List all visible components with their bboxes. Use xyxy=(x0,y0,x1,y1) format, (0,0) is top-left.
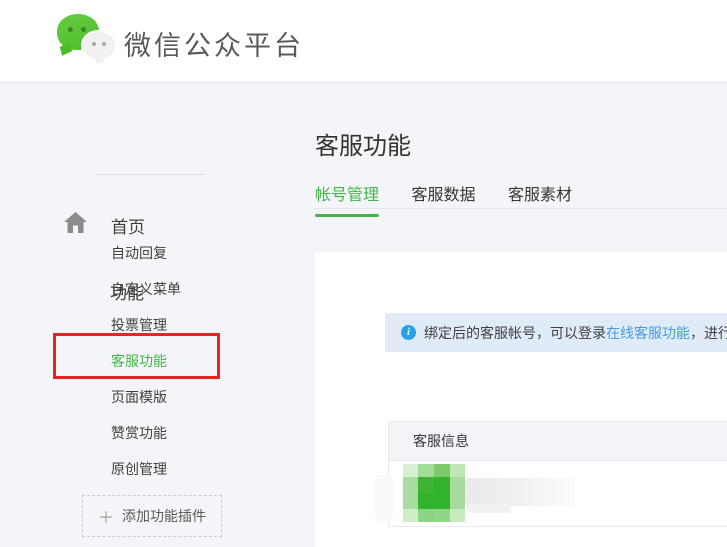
banner-text-after: ，进行 xyxy=(690,323,727,343)
sidebar-item-original-management[interactable]: 原创管理 xyxy=(111,460,167,478)
wechat-logo xyxy=(57,12,119,70)
sidebar-item-home[interactable]: 首页 xyxy=(64,212,145,239)
content-card: i 绑定后的客服帐号，可以登录在线客服功能，进行 客服信息 xyxy=(315,252,727,547)
app-header: 微信公众平台 xyxy=(0,0,727,83)
wechat-small-bubble-icon xyxy=(83,32,115,59)
tab-service-data[interactable]: 客服数据 xyxy=(411,181,475,205)
add-plugin-label: 添加功能插件 xyxy=(122,506,206,526)
sidebar: 首页 功能 自动回复 自定义菜单 投票管理 客服功能 页面模版 赞赏功能 原创管… xyxy=(0,83,300,547)
tab-bar: 帐号管理 客服数据 客服素材 xyxy=(315,181,727,209)
table-row xyxy=(389,461,727,527)
plus-icon: ＋ xyxy=(98,504,114,528)
bubble-eye-icon xyxy=(92,42,96,46)
sidebar-item-page-template[interactable]: 页面模版 xyxy=(111,388,167,406)
table-header: 客服信息 xyxy=(389,422,727,461)
bubble-eye-icon xyxy=(81,27,86,32)
sidebar-item-label: 首页 xyxy=(111,213,145,238)
app-title: 微信公众平台 xyxy=(124,24,304,63)
tab-account-management[interactable]: 帐号管理 xyxy=(315,181,379,205)
bubble-eye-icon xyxy=(102,42,106,46)
active-tab-underline xyxy=(315,214,379,217)
add-plugin-button[interactable]: ＋ 添加功能插件 xyxy=(82,495,222,537)
sidebar-item-auto-reply[interactable]: 自动回复 xyxy=(111,244,167,262)
customer-info-table: 客服信息 xyxy=(388,421,727,527)
tab-label: 帐号管理 xyxy=(315,187,379,204)
page-title: 客服功能 xyxy=(315,126,411,161)
online-service-link[interactable]: 在线客服功能 xyxy=(606,323,690,343)
grid-icon xyxy=(62,280,85,303)
redaction-blob xyxy=(375,475,393,521)
tab-service-material[interactable]: 客服素材 xyxy=(508,181,572,205)
sidebar-item-custom-menu[interactable]: 自定义菜单 xyxy=(111,280,181,298)
main-content: 客服功能 帐号管理 客服数据 客服素材 i 绑定后的客服帐号，可以登录在线客服功… xyxy=(315,83,727,547)
tab-label: 客服素材 xyxy=(508,187,572,204)
tab-label: 客服数据 xyxy=(411,187,475,204)
redacted-text xyxy=(465,478,575,506)
info-banner: i 绑定后的客服帐号，可以登录在线客服功能，进行 xyxy=(385,313,727,352)
sidebar-item-appreciation[interactable]: 赞赏功能 xyxy=(111,424,167,442)
redacted-avatar xyxy=(403,464,465,522)
bubble-eye-icon xyxy=(68,27,73,32)
info-icon: i xyxy=(401,325,416,340)
sidebar-item-vote-management[interactable]: 投票管理 xyxy=(111,316,167,334)
sidebar-divider xyxy=(97,174,205,175)
home-icon xyxy=(64,212,87,239)
banner-text-before: 绑定后的客服帐号，可以登录 xyxy=(424,323,606,343)
sidebar-item-customer-service[interactable]: 客服功能 xyxy=(111,352,167,370)
